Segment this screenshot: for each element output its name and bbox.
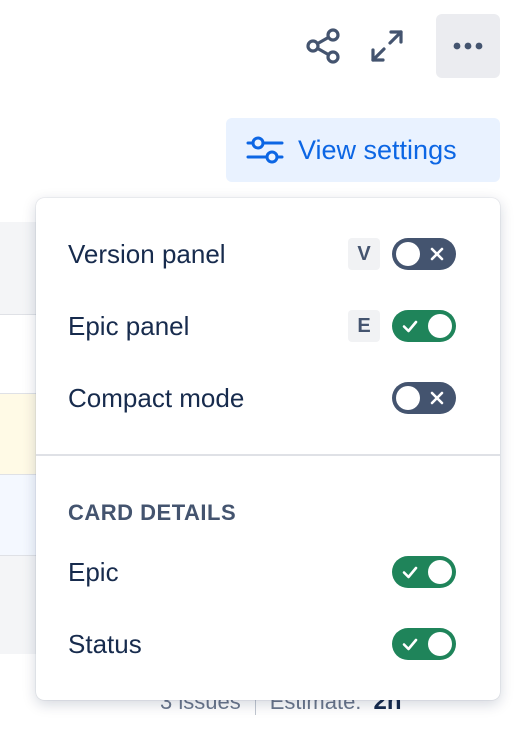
setting-label: Version panel xyxy=(68,238,226,269)
check-icon xyxy=(402,320,418,333)
expand-icon xyxy=(371,30,403,62)
setting-row-epic-panel: Epic panel E xyxy=(68,306,456,346)
epic-panel-toggle[interactable] xyxy=(392,310,456,342)
share-button[interactable] xyxy=(291,14,355,78)
view-settings-label: View settings xyxy=(298,134,457,165)
close-icon xyxy=(430,391,444,405)
section-title-card-details: CARD DETAILS xyxy=(68,500,237,525)
toggle-knob xyxy=(396,242,420,266)
toggle-knob xyxy=(428,314,452,338)
setting-row-card-epic: Epic xyxy=(68,552,456,592)
version-panel-toggle[interactable] xyxy=(392,238,456,270)
section-divider xyxy=(36,454,500,456)
sliders-icon xyxy=(246,136,284,164)
setting-label: Epic panel xyxy=(68,310,190,341)
setting-label: Status xyxy=(68,628,142,659)
more-horizontal-icon xyxy=(453,42,483,50)
card-epic-toggle[interactable] xyxy=(392,556,456,588)
fullscreen-button[interactable] xyxy=(355,14,419,78)
setting-row-card-status: Status xyxy=(68,624,456,664)
share-icon xyxy=(306,28,340,64)
compact-mode-toggle[interactable] xyxy=(392,382,456,414)
keyboard-shortcut-badge: E xyxy=(348,310,380,342)
toggle-knob xyxy=(396,386,420,410)
toggle-knob xyxy=(428,560,452,584)
view-settings-button[interactable]: View settings xyxy=(226,118,500,182)
card-status-toggle[interactable] xyxy=(392,628,456,660)
setting-label: Epic xyxy=(68,556,119,587)
setting-label: Compact mode xyxy=(68,382,245,413)
keyboard-shortcut-badge: V xyxy=(348,238,380,270)
check-icon xyxy=(402,566,418,579)
toggle-knob xyxy=(428,632,452,656)
setting-row-version-panel: Version panel V xyxy=(68,234,456,274)
setting-row-compact-mode: Compact mode xyxy=(68,378,456,418)
close-icon xyxy=(430,247,444,261)
check-icon xyxy=(402,638,418,651)
view-settings-dropdown: Version panel V Epic panel E Compact mod… xyxy=(36,198,500,700)
more-actions-button[interactable] xyxy=(436,14,500,78)
